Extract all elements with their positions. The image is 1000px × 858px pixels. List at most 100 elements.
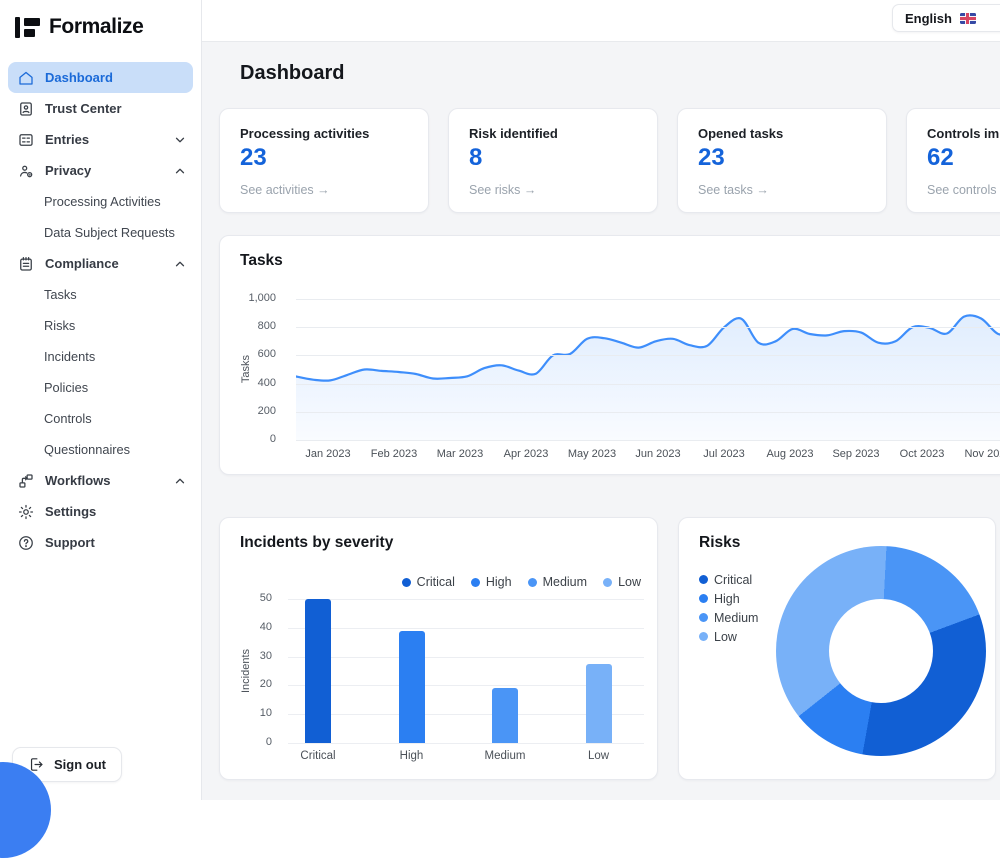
compliance-icon [16, 254, 35, 273]
stat-card-processing-activities: Processing activities 23 See activities … [219, 108, 429, 213]
x-axis-tick: Feb 2023 [371, 448, 417, 460]
x-axis-tick: May 2023 [568, 448, 616, 460]
x-axis-tick: Mar 2023 [437, 448, 483, 460]
x-axis-tick: Sep 2023 [832, 448, 879, 460]
tasks-x-axis-ticks: Jan 2023Feb 2023Mar 2023Apr 2023May 2023… [296, 448, 1000, 462]
legend-label: Medium [543, 575, 587, 589]
sidebar-item-label: Dashboard [45, 70, 187, 85]
see-activities-link[interactable]: See activities → [240, 183, 408, 197]
legend-item-critical: Critical [402, 575, 455, 589]
x-axis-tick: High [400, 750, 424, 762]
legend-label: Low [618, 575, 641, 589]
tasks-chart-title: Tasks [240, 252, 283, 270]
legend-dot [699, 594, 708, 603]
sidebar-item-label: Trust Center [45, 101, 187, 116]
main-content: English Dashboard Processing activities … [202, 0, 1000, 800]
stat-value: 23 [240, 144, 408, 172]
y-axis-tick: 50 [260, 592, 272, 604]
risks-chart-title: Risks [699, 534, 740, 552]
sidebar-item-label: Entries [45, 132, 163, 147]
legend-label: Low [714, 630, 737, 644]
privacy-icon [16, 161, 35, 180]
legend-dot [528, 578, 537, 587]
y-axis-tick: 0 [266, 736, 272, 748]
incidents-chart-title: Incidents by severity [240, 534, 393, 552]
language-label: English [905, 11, 952, 26]
y-axis-tick: 400 [258, 377, 276, 389]
see-controls-link[interactable]: See controls → [927, 183, 1000, 197]
sidebar-item-support[interactable]: Support [0, 527, 201, 558]
tasks-chart-card: Tasks Tasks 02004006008001,000 Jan 2023F… [219, 235, 1000, 475]
sidebar-subitem-questionnaires[interactable]: Questionnaires [0, 434, 201, 465]
legend-item-low: Low [603, 575, 641, 589]
legend-item-medium: Medium [528, 575, 587, 589]
risks-chart-card: Risks Critical High Medium Low [678, 517, 996, 780]
chevron-up-icon [173, 474, 187, 488]
sidebar-subitem-controls[interactable]: Controls [0, 403, 201, 434]
y-axis-tick: 800 [258, 320, 276, 332]
sidebar-item-dashboard[interactable]: Dashboard [8, 62, 193, 93]
tasks-y-axis-ticks: 02004006008001,000 [220, 299, 286, 440]
gridline [296, 412, 1000, 413]
bar-medium [492, 688, 518, 743]
sidebar-subitem-risks[interactable]: Risks [0, 310, 201, 341]
sidebar-item-label: Compliance [45, 256, 163, 271]
sidebar-item-compliance[interactable]: Compliance [0, 248, 201, 279]
legend-dot [699, 632, 708, 641]
sidebar-subitem-policies[interactable]: Policies [0, 372, 201, 403]
sidebar-subitem-data-subject-requests[interactable]: Data Subject Requests [0, 217, 201, 248]
help-icon [16, 533, 35, 552]
legend-label: High [714, 592, 740, 606]
home-icon [16, 68, 35, 87]
legend-label: Critical [417, 575, 455, 589]
sidebar-nav: Dashboard Trust Center Entries Privacy P… [0, 62, 201, 558]
gridline [296, 355, 1000, 356]
y-axis-tick: 1,000 [248, 292, 276, 304]
legend-label: High [486, 575, 512, 589]
y-axis-tick: 600 [258, 348, 276, 360]
gridline [296, 384, 1000, 385]
sidebar-item-trust-center[interactable]: Trust Center [0, 93, 201, 124]
incidents-plot-area [288, 599, 644, 743]
incidents-x-axis-ticks: CriticalHighMediumLow [288, 750, 644, 764]
brand-name: Formalize [49, 15, 143, 39]
sidebar: Formalize Dashboard Trust Center Entries… [0, 0, 202, 800]
sidebar-item-workflows[interactable]: Workflows [0, 465, 201, 496]
stat-label: Risk identified [469, 126, 637, 141]
incidents-chart-card: Incidents by severity Critical High Medium… [219, 517, 658, 780]
risks-legend: Critical High Medium Low [699, 570, 758, 646]
risks-donut-chart [776, 546, 986, 756]
stat-value: 23 [698, 144, 866, 172]
sign-out-label: Sign out [54, 757, 106, 772]
incidents-legend: Critical High Medium Low [402, 575, 641, 589]
gridline [296, 299, 1000, 300]
sidebar-subitem-incidents[interactable]: Incidents [0, 341, 201, 372]
legend-item-critical: Critical [699, 570, 758, 589]
legend-item-medium: Medium [699, 608, 758, 627]
donut-hole [829, 599, 933, 703]
entries-icon [16, 130, 35, 149]
see-risks-link[interactable]: See risks → [469, 183, 637, 197]
sidebar-item-settings[interactable]: Settings [0, 496, 201, 527]
language-selector[interactable]: English [892, 4, 1000, 32]
stat-card-risk-identified: Risk identified 8 See risks → [448, 108, 658, 213]
bar-critical [305, 599, 331, 743]
sidebar-item-privacy[interactable]: Privacy [0, 155, 201, 186]
y-axis-tick: 0 [270, 433, 276, 445]
see-tasks-link[interactable]: See tasks → [698, 183, 866, 197]
stat-label: Controls implemented [927, 126, 1000, 141]
legend-dot [471, 578, 480, 587]
tasks-line-chart [296, 299, 1000, 440]
legend-dot [699, 613, 708, 622]
sidebar-subitem-tasks[interactable]: Tasks [0, 279, 201, 310]
sidebar-subitem-processing-activities[interactable]: Processing Activities [0, 186, 201, 217]
legend-label: Critical [714, 573, 752, 587]
gridline [288, 657, 644, 658]
chevron-up-icon [173, 164, 187, 178]
sidebar-item-entries[interactable]: Entries [0, 124, 201, 155]
x-axis-tick: Oct 2023 [900, 448, 945, 460]
page-title: Dashboard [240, 62, 344, 85]
uk-flag-icon [960, 13, 976, 24]
bar-high [399, 631, 425, 743]
stat-card-controls-implemented: Controls implemented 62 See controls → [906, 108, 1000, 213]
